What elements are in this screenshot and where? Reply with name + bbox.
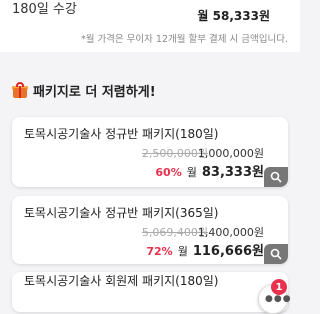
notification-badge: 1 — [271, 279, 287, 295]
package-title: 토목시공기술사 정규반 패키지(180일) — [24, 127, 219, 141]
discount-row: 60% 월 83,333원 — [155, 161, 264, 180]
monthly-label: 월 — [186, 166, 197, 179]
gift-icon — [12, 82, 28, 98]
package-card[interactable]: 토목시공기술사 정규반 패키지(365일) 5,069,400원 1,400,0… — [12, 196, 288, 264]
section-title: 패키지로 더 저렴하게! — [33, 84, 156, 100]
sale-price: 1,400,000원 — [197, 226, 264, 239]
monthly-value: 58,333원 — [212, 9, 270, 23]
monthly-value: 83,333원 — [201, 165, 264, 180]
package-card[interactable]: 토목시공기술사 정규반 패키지(180일) 2,500,000원 1,000,0… — [12, 117, 288, 187]
package-title: 토목시공기술사 회원제 패키지(180일) — [24, 274, 219, 288]
monthly-label: 월 — [197, 9, 209, 23]
search-button[interactable] — [264, 244, 288, 264]
discount-rate: 60% — [155, 166, 182, 179]
search-icon — [270, 171, 282, 183]
monthly-label: 월 — [177, 245, 188, 258]
search-icon — [270, 248, 282, 260]
top-monthly-price: 월 58,333원 — [197, 7, 270, 24]
discount-row: 72% 월 116,666원 — [146, 240, 264, 259]
top-course-card: 180일 수강 월 58,333원 *월 가격은 무이자 12개월 할부 결제 … — [0, 0, 300, 52]
chat-icon: ●●● — [265, 294, 292, 304]
monthly-value: 116,666원 — [192, 244, 264, 259]
discount-rate: 72% — [146, 245, 173, 258]
search-button[interactable] — [264, 167, 288, 187]
sale-price: 1,000,000원 — [197, 147, 264, 160]
section-header: 패키지로 더 저렴하게! — [12, 80, 156, 100]
installment-note: *월 가격은 무이자 12개월 할부 결제 시 금액입니다. — [80, 34, 288, 45]
package-title: 토목시공기술사 정규반 패키지(365일) — [24, 206, 219, 220]
course-duration-label: 180일 수강 — [12, 2, 77, 17]
package-card[interactable]: 토목시공기술사 회원제 패키지(180일) — [12, 272, 288, 312]
